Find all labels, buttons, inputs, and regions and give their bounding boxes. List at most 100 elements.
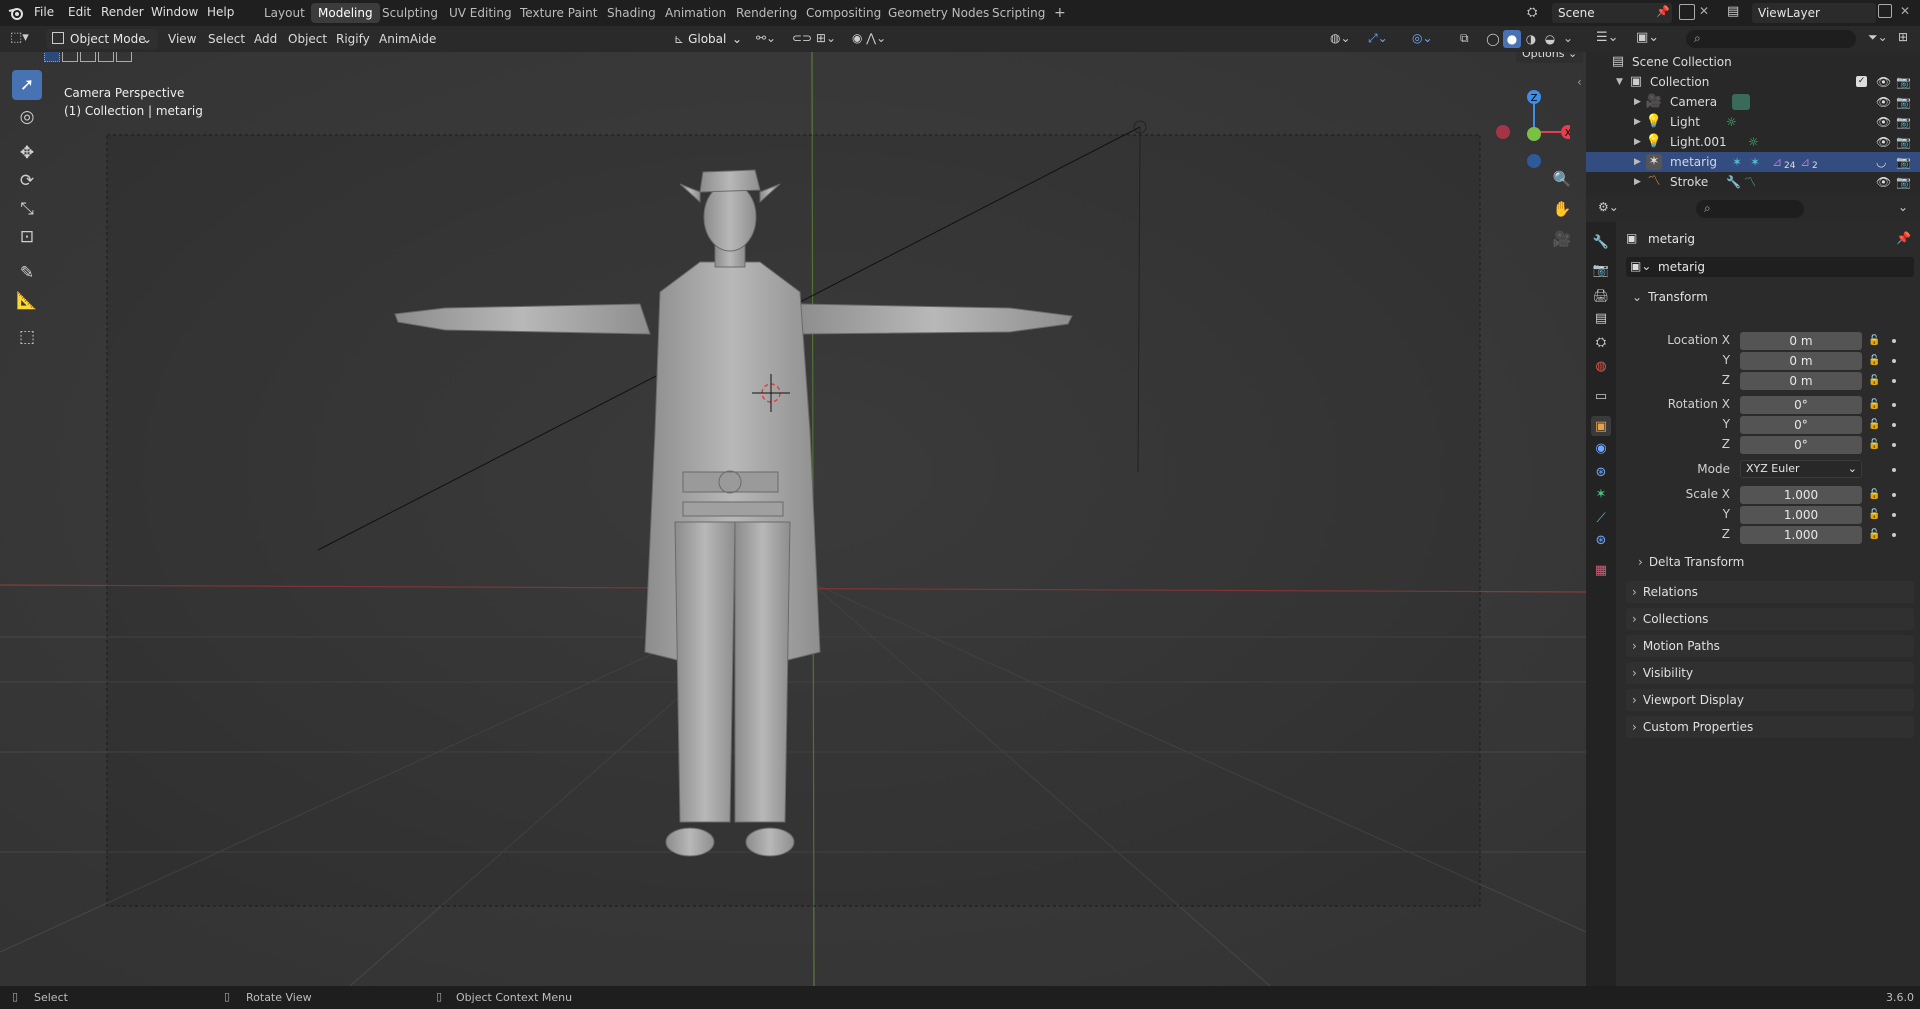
keyframe-dot-icon[interactable] bbox=[1892, 513, 1896, 517]
outliner-row-collection[interactable]: ▼ ▣ Collection ✓ 👁 📷 bbox=[1586, 72, 1920, 92]
outliner-row-metarig[interactable]: ▶ ✶ metarig ✶ ✶ ⊿ 24 ⊿ 2 ◡ 📷 bbox=[1586, 152, 1920, 172]
y-axis-handle[interactable] bbox=[1527, 127, 1541, 141]
location-x-field[interactable]: 0 m bbox=[1740, 332, 1862, 350]
expand-down-icon[interactable]: ▼ bbox=[1616, 72, 1623, 92]
menu-select[interactable]: Select bbox=[208, 32, 245, 46]
tab-shading[interactable]: Shading bbox=[600, 3, 663, 23]
render-camera-icon[interactable]: 📷 bbox=[1896, 112, 1911, 132]
bone-constraints-tab-icon[interactable]: ⊛ bbox=[1591, 530, 1611, 550]
eye-icon[interactable]: 👁 bbox=[1876, 72, 1891, 92]
texture-tab-icon[interactable]: ▦ bbox=[1591, 560, 1611, 580]
lock-icon[interactable]: 🔓 bbox=[1868, 355, 1880, 366]
tool-tab-icon[interactable]: 🔧 bbox=[1591, 232, 1611, 252]
pan-hand-icon[interactable]: ✋ bbox=[1550, 197, 1574, 221]
scale-tool[interactable]: ⤡ bbox=[12, 194, 42, 224]
blender-logo-icon[interactable] bbox=[8, 5, 24, 21]
lock-icon[interactable]: 🔓 bbox=[1868, 399, 1880, 410]
checkbox-checked[interactable]: ✓ bbox=[1856, 76, 1867, 87]
keyframe-dot-icon[interactable] bbox=[1892, 403, 1896, 407]
outliner-row-light[interactable]: ▶ 💡 Light ☼ 👁 📷 bbox=[1586, 112, 1920, 132]
tab-compositing[interactable]: Compositing bbox=[799, 3, 888, 23]
chevron-down-icon[interactable]: ⌄ bbox=[1898, 200, 1908, 214]
lock-icon[interactable]: 🔓 bbox=[1868, 529, 1880, 540]
keyframe-dot-icon[interactable] bbox=[1892, 359, 1896, 363]
select-invert-icon[interactable] bbox=[98, 52, 114, 62]
snap-icon[interactable]: ⊂⊃ ⊞⌄ bbox=[792, 31, 836, 45]
scene-type-icon[interactable]: ⛭ bbox=[1527, 5, 1537, 20]
pin-icon[interactable]: 📌 bbox=[1656, 5, 1670, 18]
lock-icon[interactable]: 🔓 bbox=[1868, 335, 1880, 346]
menu-view[interactable]: View bbox=[168, 32, 196, 46]
outliner-search-input[interactable]: ⌕ bbox=[1686, 30, 1856, 48]
armature-data-tab-icon[interactable]: ✶ bbox=[1591, 484, 1611, 504]
outliner-row-camera[interactable]: ▶ 🎥 Camera 👁 📷 bbox=[1586, 92, 1920, 112]
render-camera-icon[interactable]: 📷 bbox=[1896, 132, 1911, 152]
bone-tab-icon[interactable]: ⟋ bbox=[1591, 508, 1611, 528]
scale-y-field[interactable]: 1.000 bbox=[1740, 506, 1862, 524]
motion-paths-panel-header[interactable]: › Motion Paths bbox=[1626, 635, 1914, 657]
rotation-z-field[interactable]: 0° bbox=[1740, 436, 1862, 454]
outliner-row-light-001[interactable]: ▶ 💡 Light.001 ☼ 👁 📷 bbox=[1586, 132, 1920, 152]
add-cube-tool[interactable]: ⬚ bbox=[12, 322, 42, 352]
wireframe-shading-icon[interactable]: ◯ bbox=[1484, 30, 1502, 48]
select-box-tool[interactable]: ➚ bbox=[12, 70, 42, 100]
mode-dropdown[interactable]: Object Mode ⌄ bbox=[46, 29, 158, 49]
keyframe-dot-icon[interactable] bbox=[1892, 379, 1896, 383]
eye-icon[interactable]: 👁 bbox=[1876, 92, 1891, 112]
tab-modeling[interactable]: Modeling bbox=[311, 3, 380, 23]
pivot-icon[interactable]: ⚯⌄ bbox=[756, 31, 776, 45]
constraint-icon[interactable]: ⊿ bbox=[1800, 152, 1810, 172]
proportional-edit-icon[interactable]: ◉ ⋀⌄ bbox=[852, 31, 886, 45]
chevron-down-icon[interactable]: ⌄ bbox=[1563, 31, 1573, 45]
expand-right-icon[interactable]: ▶ bbox=[1634, 112, 1641, 132]
rendered-shading-icon[interactable]: ◒ bbox=[1541, 30, 1559, 48]
stroke-data-icon[interactable]: 〽 bbox=[1744, 172, 1756, 192]
menu-window[interactable]: Window bbox=[151, 5, 198, 19]
keyframe-dot-icon[interactable] bbox=[1892, 423, 1896, 427]
tab-sculpting[interactable]: Sculpting bbox=[375, 3, 445, 23]
camera-view-icon[interactable]: 🎥 bbox=[1550, 227, 1574, 251]
properties-search-input[interactable]: ⌕ bbox=[1696, 200, 1804, 218]
options-dropdown[interactable]: Options ⌄ bbox=[1516, 52, 1584, 63]
cursor-tool[interactable]: ◎ bbox=[12, 102, 42, 132]
render-camera-icon[interactable]: 📷 bbox=[1896, 172, 1911, 192]
rotation-x-field[interactable]: 0° bbox=[1740, 396, 1862, 414]
expand-right-icon[interactable]: ▶ bbox=[1634, 172, 1641, 192]
armature-data-icon[interactable]: ✶ bbox=[1732, 152, 1742, 172]
keyframe-dot-icon[interactable] bbox=[1892, 533, 1896, 537]
material-shading-icon[interactable]: ◑ bbox=[1522, 30, 1540, 48]
keyframe-dot-icon[interactable] bbox=[1892, 493, 1896, 497]
orientation-dropdown[interactable]: ⊾ Global ⌄ bbox=[670, 29, 746, 49]
xray-icon[interactable]: ⧉ bbox=[1460, 31, 1469, 46]
solid-shading-icon[interactable]: ● bbox=[1503, 30, 1521, 48]
expand-right-icon[interactable]: ▶ bbox=[1634, 92, 1641, 112]
visibility-panel-header[interactable]: › Visibility bbox=[1626, 662, 1914, 684]
render-camera-icon[interactable]: 📷 bbox=[1896, 92, 1911, 112]
scene-tab-icon[interactable]: ⛭ bbox=[1591, 332, 1611, 352]
expand-right-icon[interactable]: ▶ bbox=[1634, 132, 1641, 152]
render-camera-icon[interactable]: 📷 bbox=[1896, 152, 1911, 172]
scale-x-field[interactable]: 1.000 bbox=[1740, 486, 1862, 504]
new-scene-icon[interactable] bbox=[1679, 4, 1695, 20]
eye-closed-icon[interactable]: ◡ bbox=[1876, 152, 1886, 172]
tab-scripting[interactable]: Scripting bbox=[985, 3, 1052, 23]
collection-tab-icon[interactable]: ▭ bbox=[1591, 386, 1611, 406]
custom-properties-panel-header[interactable]: › Custom Properties bbox=[1626, 716, 1914, 738]
outliner-editor-type-icon[interactable]: ☰⌄ bbox=[1596, 30, 1619, 45]
rotation-mode-dropdown[interactable]: XYZ Euler ⌄ bbox=[1740, 460, 1862, 478]
menu-object[interactable]: Object bbox=[288, 32, 327, 46]
physics-tab-icon[interactable]: ◉ bbox=[1591, 438, 1611, 458]
select-extend-icon[interactable] bbox=[62, 52, 78, 62]
world-tab-icon[interactable]: ◍ bbox=[1591, 356, 1611, 376]
keyframe-dot-icon[interactable] bbox=[1892, 339, 1896, 343]
properties-editor-type-icon[interactable]: ⚙⌄ bbox=[1598, 200, 1619, 214]
keyframe-dot-icon[interactable] bbox=[1892, 468, 1896, 472]
zoom-icon[interactable]: 🔍 bbox=[1550, 167, 1574, 191]
output-tab-icon[interactable]: 🖨 bbox=[1591, 286, 1611, 306]
3d-viewport[interactable]: ➚ ◎ ✥ ⟳ ⤡ ⊡ ✎ 📐 ⬚ Camera Perspective (1)… bbox=[0, 52, 1586, 986]
tab-geometry-nodes[interactable]: Geometry Nodes bbox=[881, 3, 996, 23]
lock-icon[interactable]: 🔓 bbox=[1868, 489, 1880, 500]
expand-right-icon[interactable]: ▶ bbox=[1634, 152, 1641, 172]
eye-icon[interactable]: 👁 bbox=[1876, 172, 1891, 192]
scale-z-field[interactable]: 1.000 bbox=[1740, 526, 1862, 544]
